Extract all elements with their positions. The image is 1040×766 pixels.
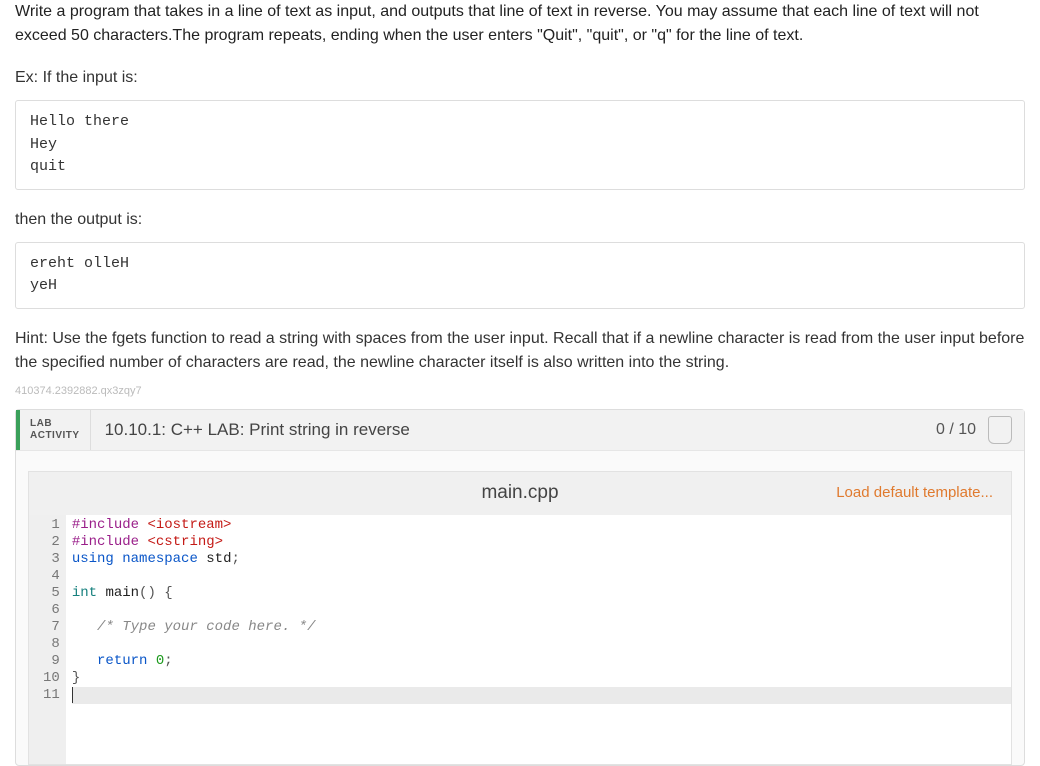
code-line[interactable]: using namespace std; <box>72 551 1011 568</box>
editor-gutter: 1 2 3 4 5 6 7 8 9 10 11 <box>29 515 66 764</box>
shield-icon[interactable] <box>988 416 1012 444</box>
lab-title: 10.10.1: C++ LAB: Print string in revers… <box>91 417 924 443</box>
lab-tab-line2: ACTIVITY <box>30 430 80 442</box>
code-editor[interactable]: 1 2 3 4 5 6 7 8 9 10 11 #include <iostre… <box>28 515 1012 765</box>
example-input-label: Ex: If the input is: <box>15 66 1025 90</box>
page-small-id: 410374.2392882.qx3zqy7 <box>15 383 1025 400</box>
code-line[interactable]: /* Type your code here. */ <box>72 619 1011 636</box>
code-line[interactable] <box>72 602 1011 619</box>
code-line[interactable] <box>72 636 1011 653</box>
lab-tab-line1: LAB <box>30 418 80 430</box>
problem-description: Write a program that takes in a line of … <box>15 0 1025 48</box>
editor-tab-bar: main.cpp Load default template... <box>28 471 1012 515</box>
lab-container: LAB ACTIVITY 10.10.1: C++ LAB: Print str… <box>15 409 1025 766</box>
example-output-label: then the output is: <box>15 208 1025 232</box>
editor-code-area[interactable]: #include <iostream>#include <cstring>usi… <box>66 515 1011 764</box>
editor-filename: main.cpp <box>481 479 558 508</box>
code-line[interactable] <box>72 687 1011 704</box>
editor-container: main.cpp Load default template... 1 2 3 … <box>16 451 1024 765</box>
hint-text: Hint: Use the fgets function to read a s… <box>15 327 1025 375</box>
code-line[interactable]: } <box>72 670 1011 687</box>
lab-header: LAB ACTIVITY 10.10.1: C++ LAB: Print str… <box>16 410 1024 451</box>
code-line[interactable]: #include <cstring> <box>72 534 1011 551</box>
lab-activity-tab[interactable]: LAB ACTIVITY <box>16 410 91 450</box>
code-line[interactable] <box>72 568 1011 585</box>
example-input-block: Hello there Hey quit <box>15 100 1025 190</box>
example-output-block: ereht olleH yeH <box>15 242 1025 309</box>
code-line[interactable]: #include <iostream> <box>72 517 1011 534</box>
code-line[interactable]: return 0; <box>72 653 1011 670</box>
lab-score: 0 / 10 <box>924 418 988 442</box>
editor-cursor <box>72 687 73 703</box>
code-line[interactable]: int main() { <box>72 585 1011 602</box>
load-default-template-link[interactable]: Load default template... <box>836 482 1011 505</box>
